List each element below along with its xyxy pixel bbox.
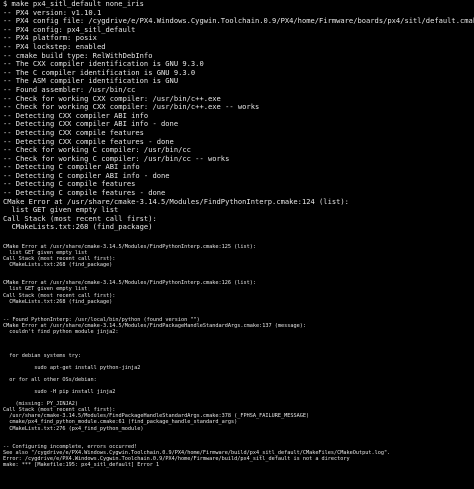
terminal-line: make: *** [Makefile:195: px4_sitl_defaul… [3, 461, 160, 468]
terminal-output-small: CMake Error at /usr/share/cmake-3.14.5/M… [3, 232, 474, 468]
terminal-window[interactable]: $ make px4_sitl_default none_iris -- PX4 … [0, 0, 474, 489]
terminal-line: CMakeLists.txt:268 (find_package) [3, 222, 153, 232]
terminal-output-large: $ make px4_sitl_default none_iris -- PX4 … [3, 0, 474, 232]
